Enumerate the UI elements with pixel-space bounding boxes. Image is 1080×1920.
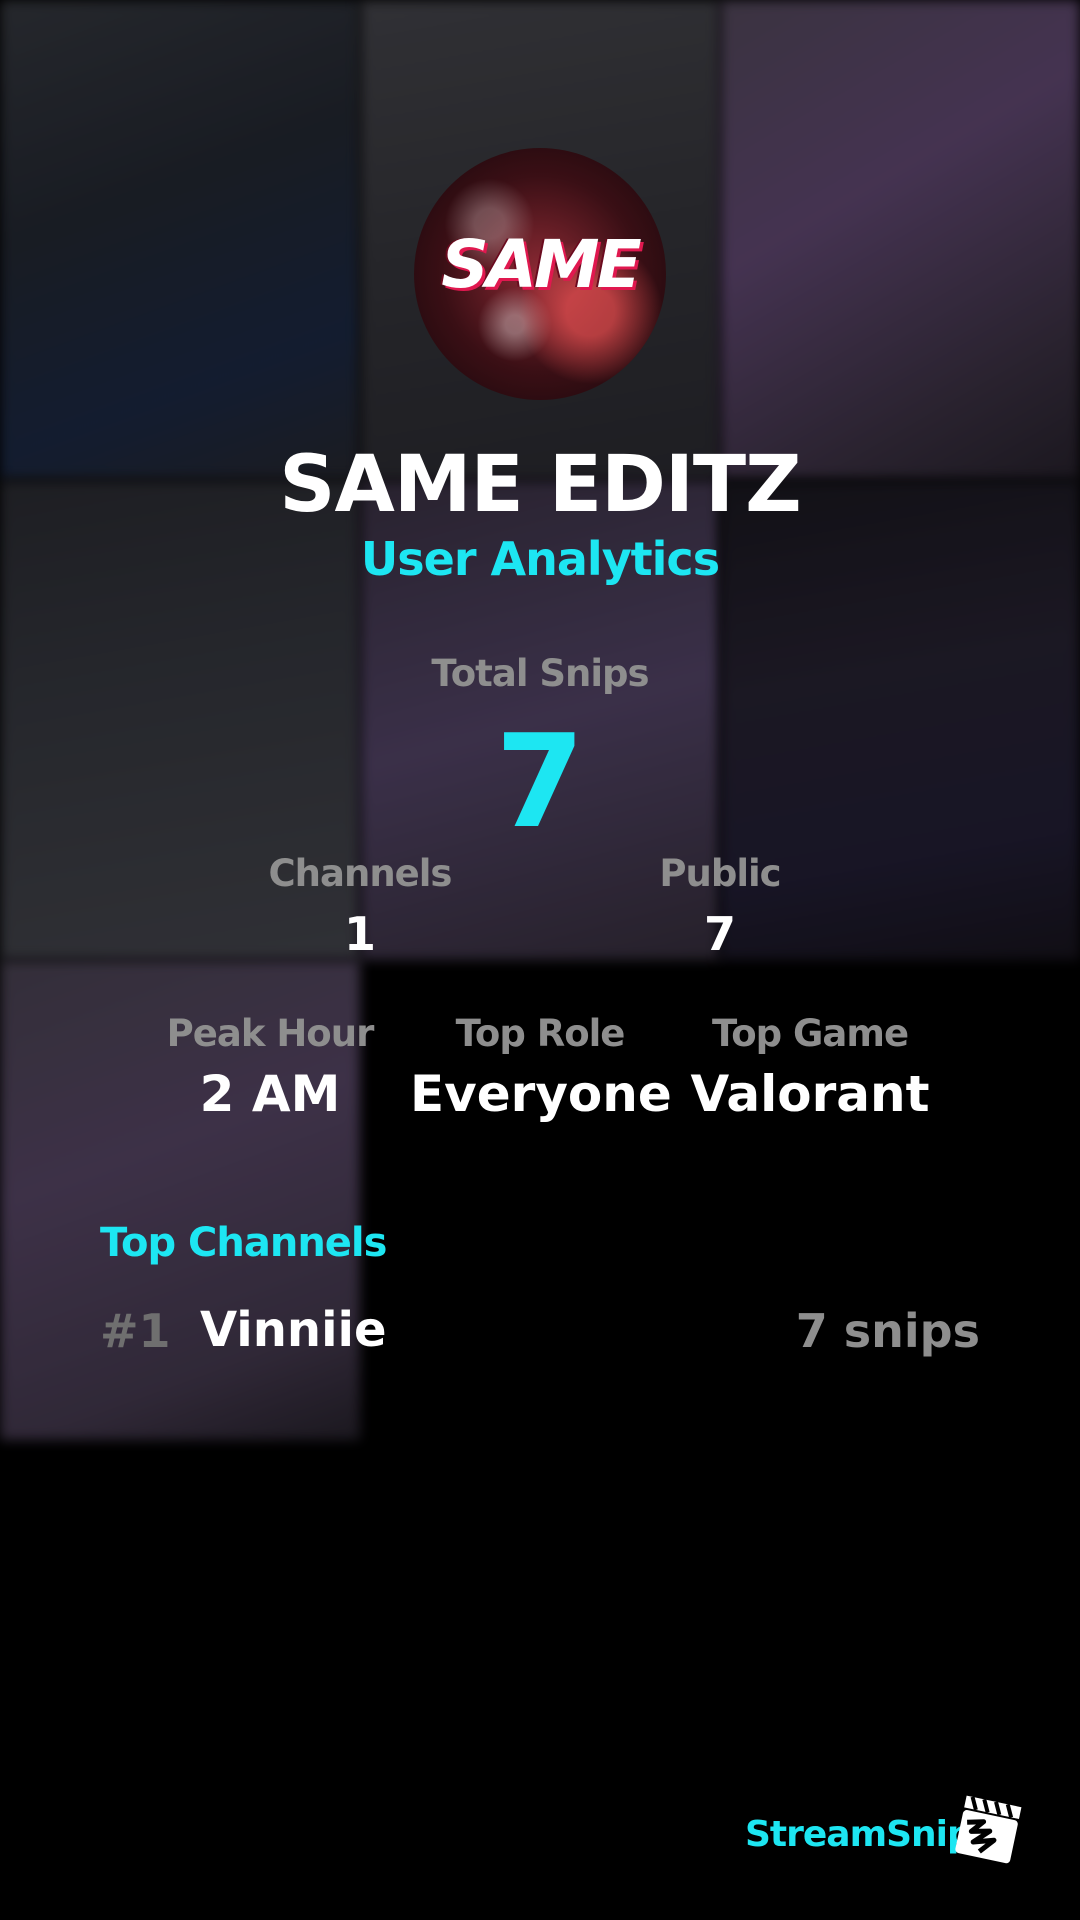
brand-name: StreamSnip bbox=[745, 1814, 973, 1855]
channels-label: Channels bbox=[268, 852, 453, 895]
page-subtitle: User Analytics bbox=[360, 532, 720, 586]
profile-name: SAME EDITZ bbox=[279, 440, 801, 530]
total-snips-label: Total Snips bbox=[431, 652, 649, 695]
top-game-label: Top Game bbox=[711, 1012, 909, 1055]
channels-value: 1 bbox=[343, 907, 376, 961]
top-game-stat: Top Game Valorant bbox=[680, 1012, 940, 1123]
channels-stat: Channels 1 bbox=[240, 852, 480, 961]
channel-snip-count: 7 snips bbox=[795, 1304, 980, 1358]
top-role-label: Top Role bbox=[455, 1012, 626, 1055]
top-channels-heading: Top Channels bbox=[100, 1220, 387, 1266]
channel-rank: #1 bbox=[100, 1304, 171, 1358]
top-game-value: Valorant bbox=[690, 1065, 930, 1123]
avatar: SAME bbox=[414, 148, 666, 400]
channel-name: Vinniie bbox=[200, 1302, 387, 1358]
public-value: 7 bbox=[703, 907, 736, 961]
avatar-logo-text: SAME bbox=[441, 226, 641, 303]
top-role-value: Everyone bbox=[410, 1065, 672, 1123]
clapperboard-icon bbox=[955, 1795, 1022, 1864]
public-stat: Public 7 bbox=[600, 852, 840, 961]
total-snips-value: 7 bbox=[495, 708, 585, 857]
public-label: Public bbox=[659, 852, 781, 895]
list-item: #1 Vinniie 7 snips bbox=[100, 1300, 980, 1370]
peak-hour-label: Peak Hour bbox=[166, 1012, 375, 1055]
peak-hour-stat: Peak Hour 2 AM bbox=[140, 1012, 400, 1123]
top-role-stat: Top Role Everyone bbox=[410, 1012, 672, 1123]
peak-hour-value: 2 AM bbox=[199, 1065, 341, 1123]
